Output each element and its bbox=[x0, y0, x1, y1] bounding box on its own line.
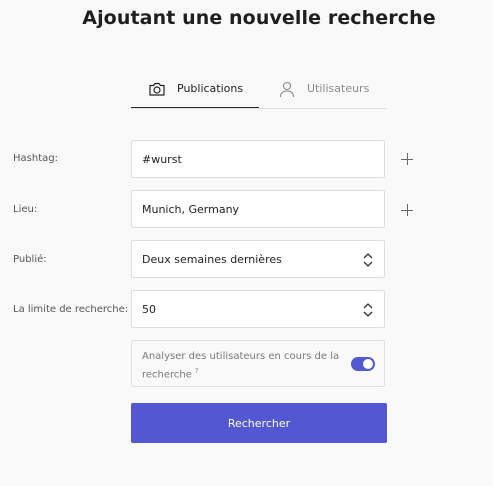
page-title: Ajoutant une nouvelle recherche bbox=[82, 7, 436, 29]
search-type-tabs: Publications Utilisateurs bbox=[131, 68, 387, 109]
tab-utilisateurs-label: Utilisateurs bbox=[307, 82, 370, 95]
limite-stepper[interactable] bbox=[132, 291, 384, 327]
chevron-up-down-icon bbox=[362, 252, 374, 268]
add-lieu-button[interactable] bbox=[401, 204, 413, 216]
camera-icon bbox=[147, 79, 167, 99]
analyse-users-option: Analyser des utilisateurs en cours de la… bbox=[131, 340, 385, 387]
limite-label: La limite de recherche: bbox=[13, 304, 129, 315]
publie-label: Publié: bbox=[13, 254, 47, 265]
tab-utilisateurs[interactable]: Utilisateurs bbox=[277, 68, 387, 109]
hashtag-field-box bbox=[131, 140, 385, 178]
search-button[interactable]: Rechercher bbox=[131, 403, 387, 443]
analyse-users-label: Analyser des utilisateurs en cours de la… bbox=[142, 351, 340, 381]
lieu-label: Lieu: bbox=[13, 204, 38, 215]
hashtag-label: Hashtag: bbox=[13, 153, 58, 164]
add-hashtag-button[interactable] bbox=[401, 153, 413, 165]
publie-selected-value: Deux semaines dernières bbox=[142, 253, 282, 266]
chevron-up-down-icon[interactable] bbox=[362, 302, 374, 318]
tab-publications[interactable]: Publications bbox=[131, 68, 259, 109]
help-icon[interactable]: ? bbox=[195, 367, 199, 375]
analyse-users-toggle[interactable] bbox=[351, 357, 375, 371]
toggle-knob bbox=[363, 359, 373, 369]
limite-field-box bbox=[131, 290, 385, 328]
lieu-field-box bbox=[131, 190, 385, 228]
publie-select[interactable]: Deux semaines dernières bbox=[131, 240, 385, 278]
hashtag-input[interactable] bbox=[132, 141, 384, 177]
lieu-input[interactable] bbox=[132, 191, 384, 227]
tab-publications-label: Publications bbox=[177, 82, 244, 95]
analyse-users-text: Analyser des utilisateurs en cours de la… bbox=[142, 350, 347, 382]
tabs-divider bbox=[131, 108, 387, 109]
user-icon bbox=[277, 79, 297, 99]
